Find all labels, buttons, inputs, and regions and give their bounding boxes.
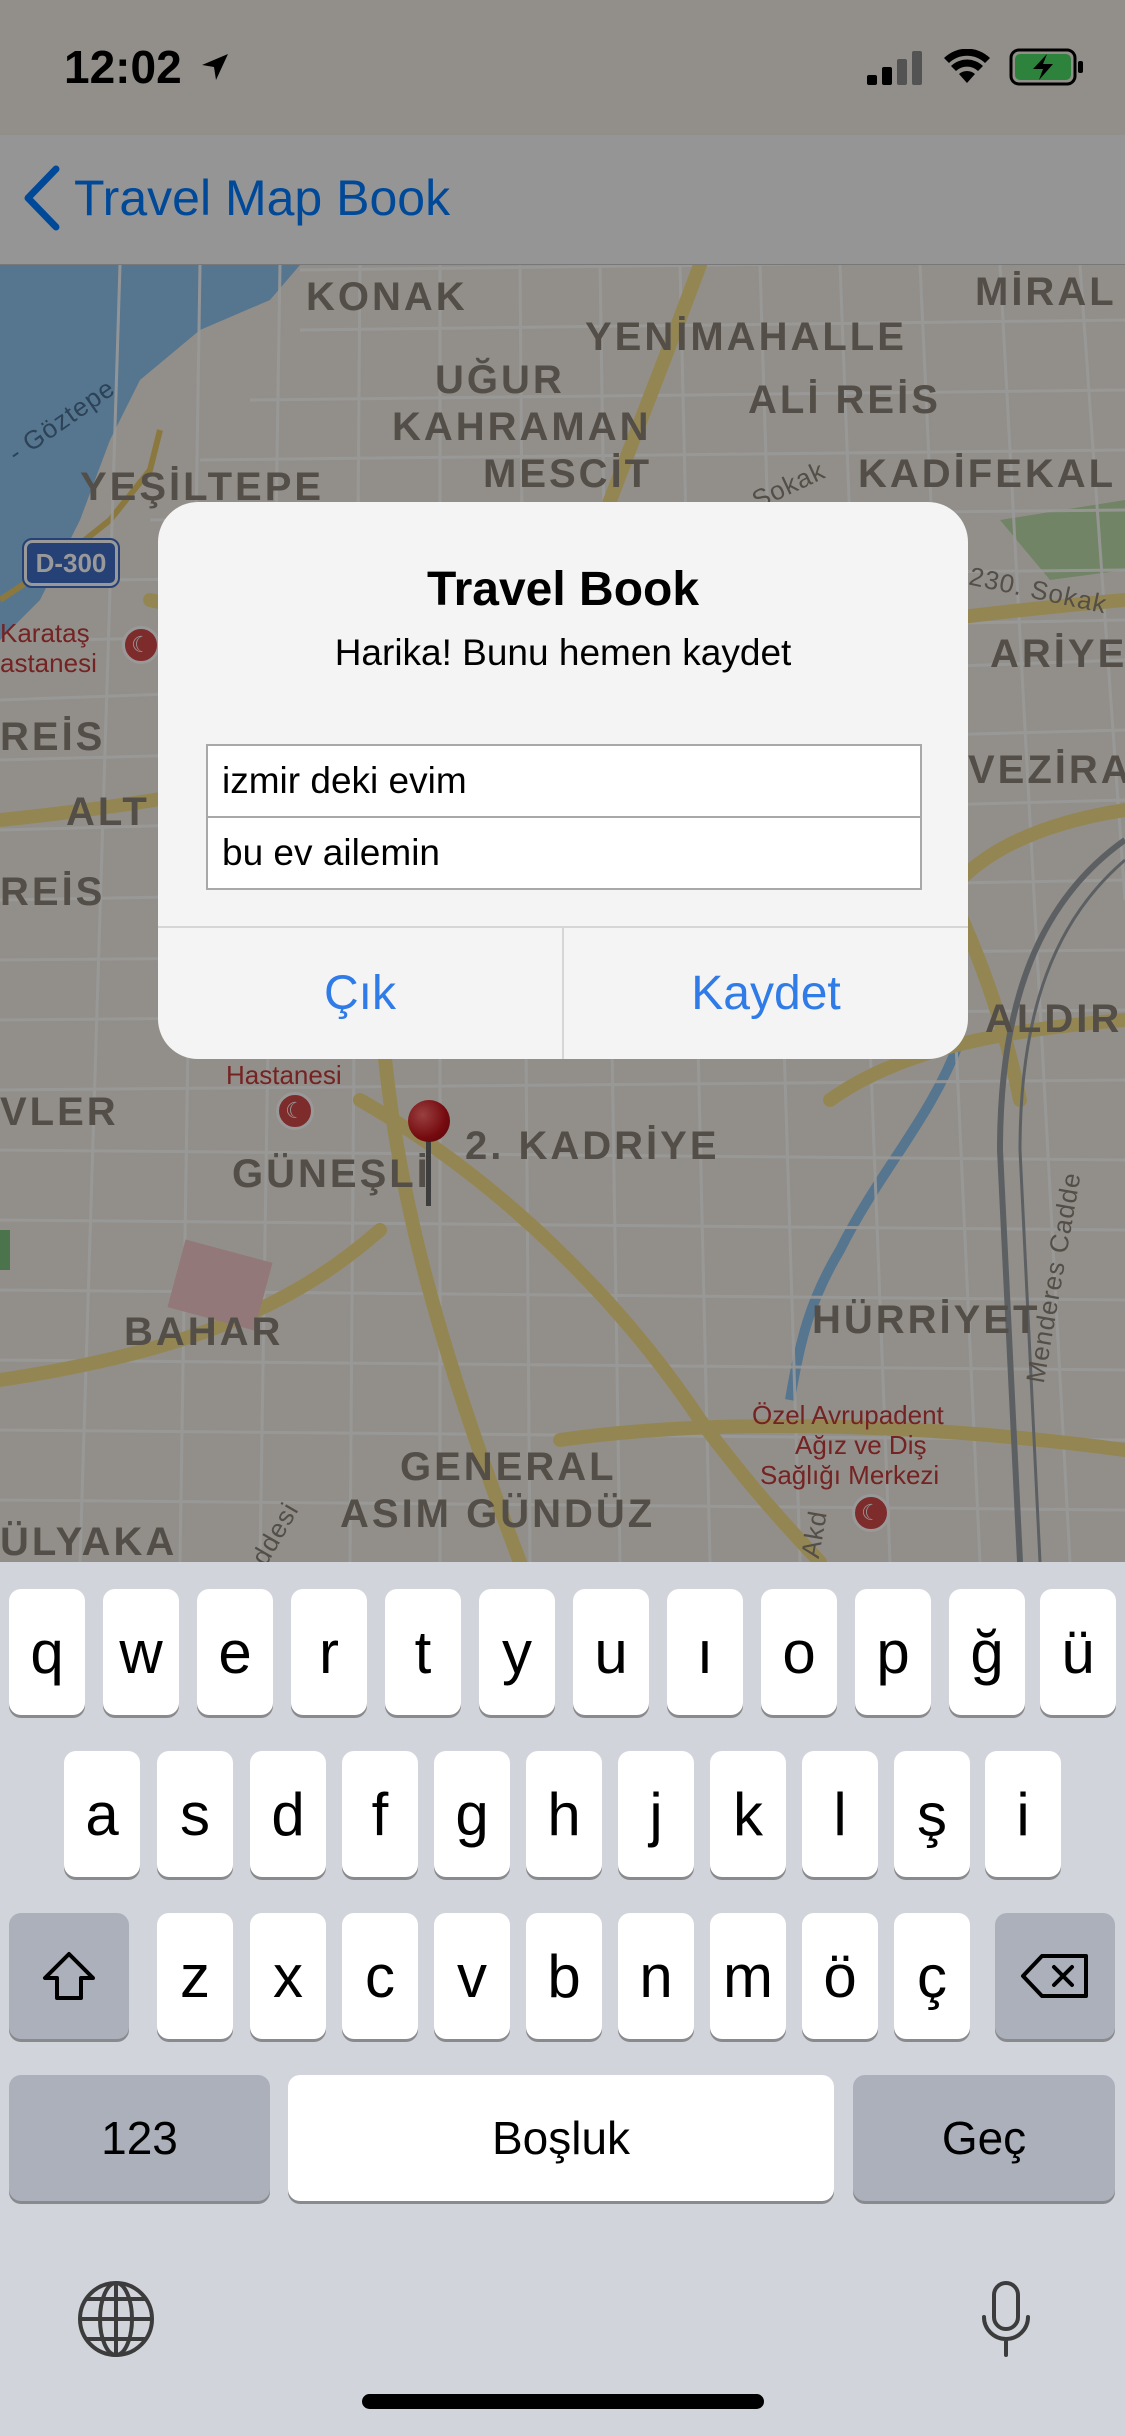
globe-icon[interactable] bbox=[76, 2279, 156, 2359]
key-o-umlaut[interactable]: ö bbox=[802, 1913, 878, 2039]
key-d[interactable]: d bbox=[250, 1751, 326, 1877]
key-n[interactable]: n bbox=[618, 1913, 694, 2039]
keyboard: q w e r t y u ı o p ğ ü a s d f g h j k … bbox=[0, 1562, 1125, 2436]
home-indicator[interactable] bbox=[362, 2394, 764, 2409]
key-e[interactable]: e bbox=[197, 1589, 273, 1715]
key-l[interactable]: l bbox=[802, 1751, 878, 1877]
key-g-breve[interactable]: ğ bbox=[949, 1589, 1025, 1715]
key-f[interactable]: f bbox=[342, 1751, 418, 1877]
key-k[interactable]: k bbox=[710, 1751, 786, 1877]
key-m[interactable]: m bbox=[710, 1913, 786, 2039]
key-o[interactable]: o bbox=[761, 1589, 837, 1715]
key-h[interactable]: h bbox=[526, 1751, 602, 1877]
key-q[interactable]: q bbox=[9, 1589, 85, 1715]
key-r[interactable]: r bbox=[291, 1589, 367, 1715]
cancel-button[interactable]: Çık bbox=[158, 928, 562, 1059]
delete-key[interactable] bbox=[995, 1913, 1115, 2039]
shift-arrow-icon bbox=[43, 1952, 95, 2000]
key-dotless-i[interactable]: ı bbox=[667, 1589, 743, 1715]
key-c-cedilla[interactable]: ç bbox=[894, 1913, 970, 2039]
key-c[interactable]: c bbox=[342, 1913, 418, 2039]
return-key[interactable]: Geç bbox=[853, 2075, 1115, 2201]
key-u-umlaut[interactable]: ü bbox=[1040, 1589, 1116, 1715]
key-p[interactable]: p bbox=[855, 1589, 931, 1715]
numbers-key[interactable]: 123 bbox=[9, 2075, 270, 2201]
save-button[interactable]: Kaydet bbox=[564, 928, 968, 1059]
key-i[interactable]: i bbox=[985, 1751, 1061, 1877]
key-s[interactable]: s bbox=[157, 1751, 233, 1877]
key-z[interactable]: z bbox=[157, 1913, 233, 2039]
microphone-icon[interactable] bbox=[980, 2279, 1032, 2361]
key-g[interactable]: g bbox=[434, 1751, 510, 1877]
key-j[interactable]: j bbox=[618, 1751, 694, 1877]
key-v[interactable]: v bbox=[434, 1913, 510, 2039]
key-x[interactable]: x bbox=[250, 1913, 326, 2039]
alert-text-field-comment[interactable]: bu ev ailemin bbox=[206, 816, 922, 890]
space-key[interactable]: Boşluk bbox=[288, 2075, 834, 2201]
alert-message: Harika! Bunu hemen kaydet bbox=[334, 632, 792, 673]
alert-dialog: Travel Book Harika! Bunu hemen kaydet iz… bbox=[158, 502, 968, 1059]
key-w[interactable]: w bbox=[103, 1589, 179, 1715]
key-y[interactable]: y bbox=[479, 1589, 555, 1715]
key-u[interactable]: u bbox=[573, 1589, 649, 1715]
key-a[interactable]: a bbox=[64, 1751, 140, 1877]
key-b[interactable]: b bbox=[526, 1913, 602, 2039]
key-s-cedilla[interactable]: ş bbox=[894, 1751, 970, 1877]
key-t[interactable]: t bbox=[385, 1589, 461, 1715]
alert-text-field-title[interactable]: izmir deki evim bbox=[206, 744, 922, 818]
backspace-icon bbox=[1021, 1954, 1088, 1998]
shift-key[interactable] bbox=[9, 1913, 129, 2039]
alert-title: Travel Book bbox=[426, 563, 700, 616]
